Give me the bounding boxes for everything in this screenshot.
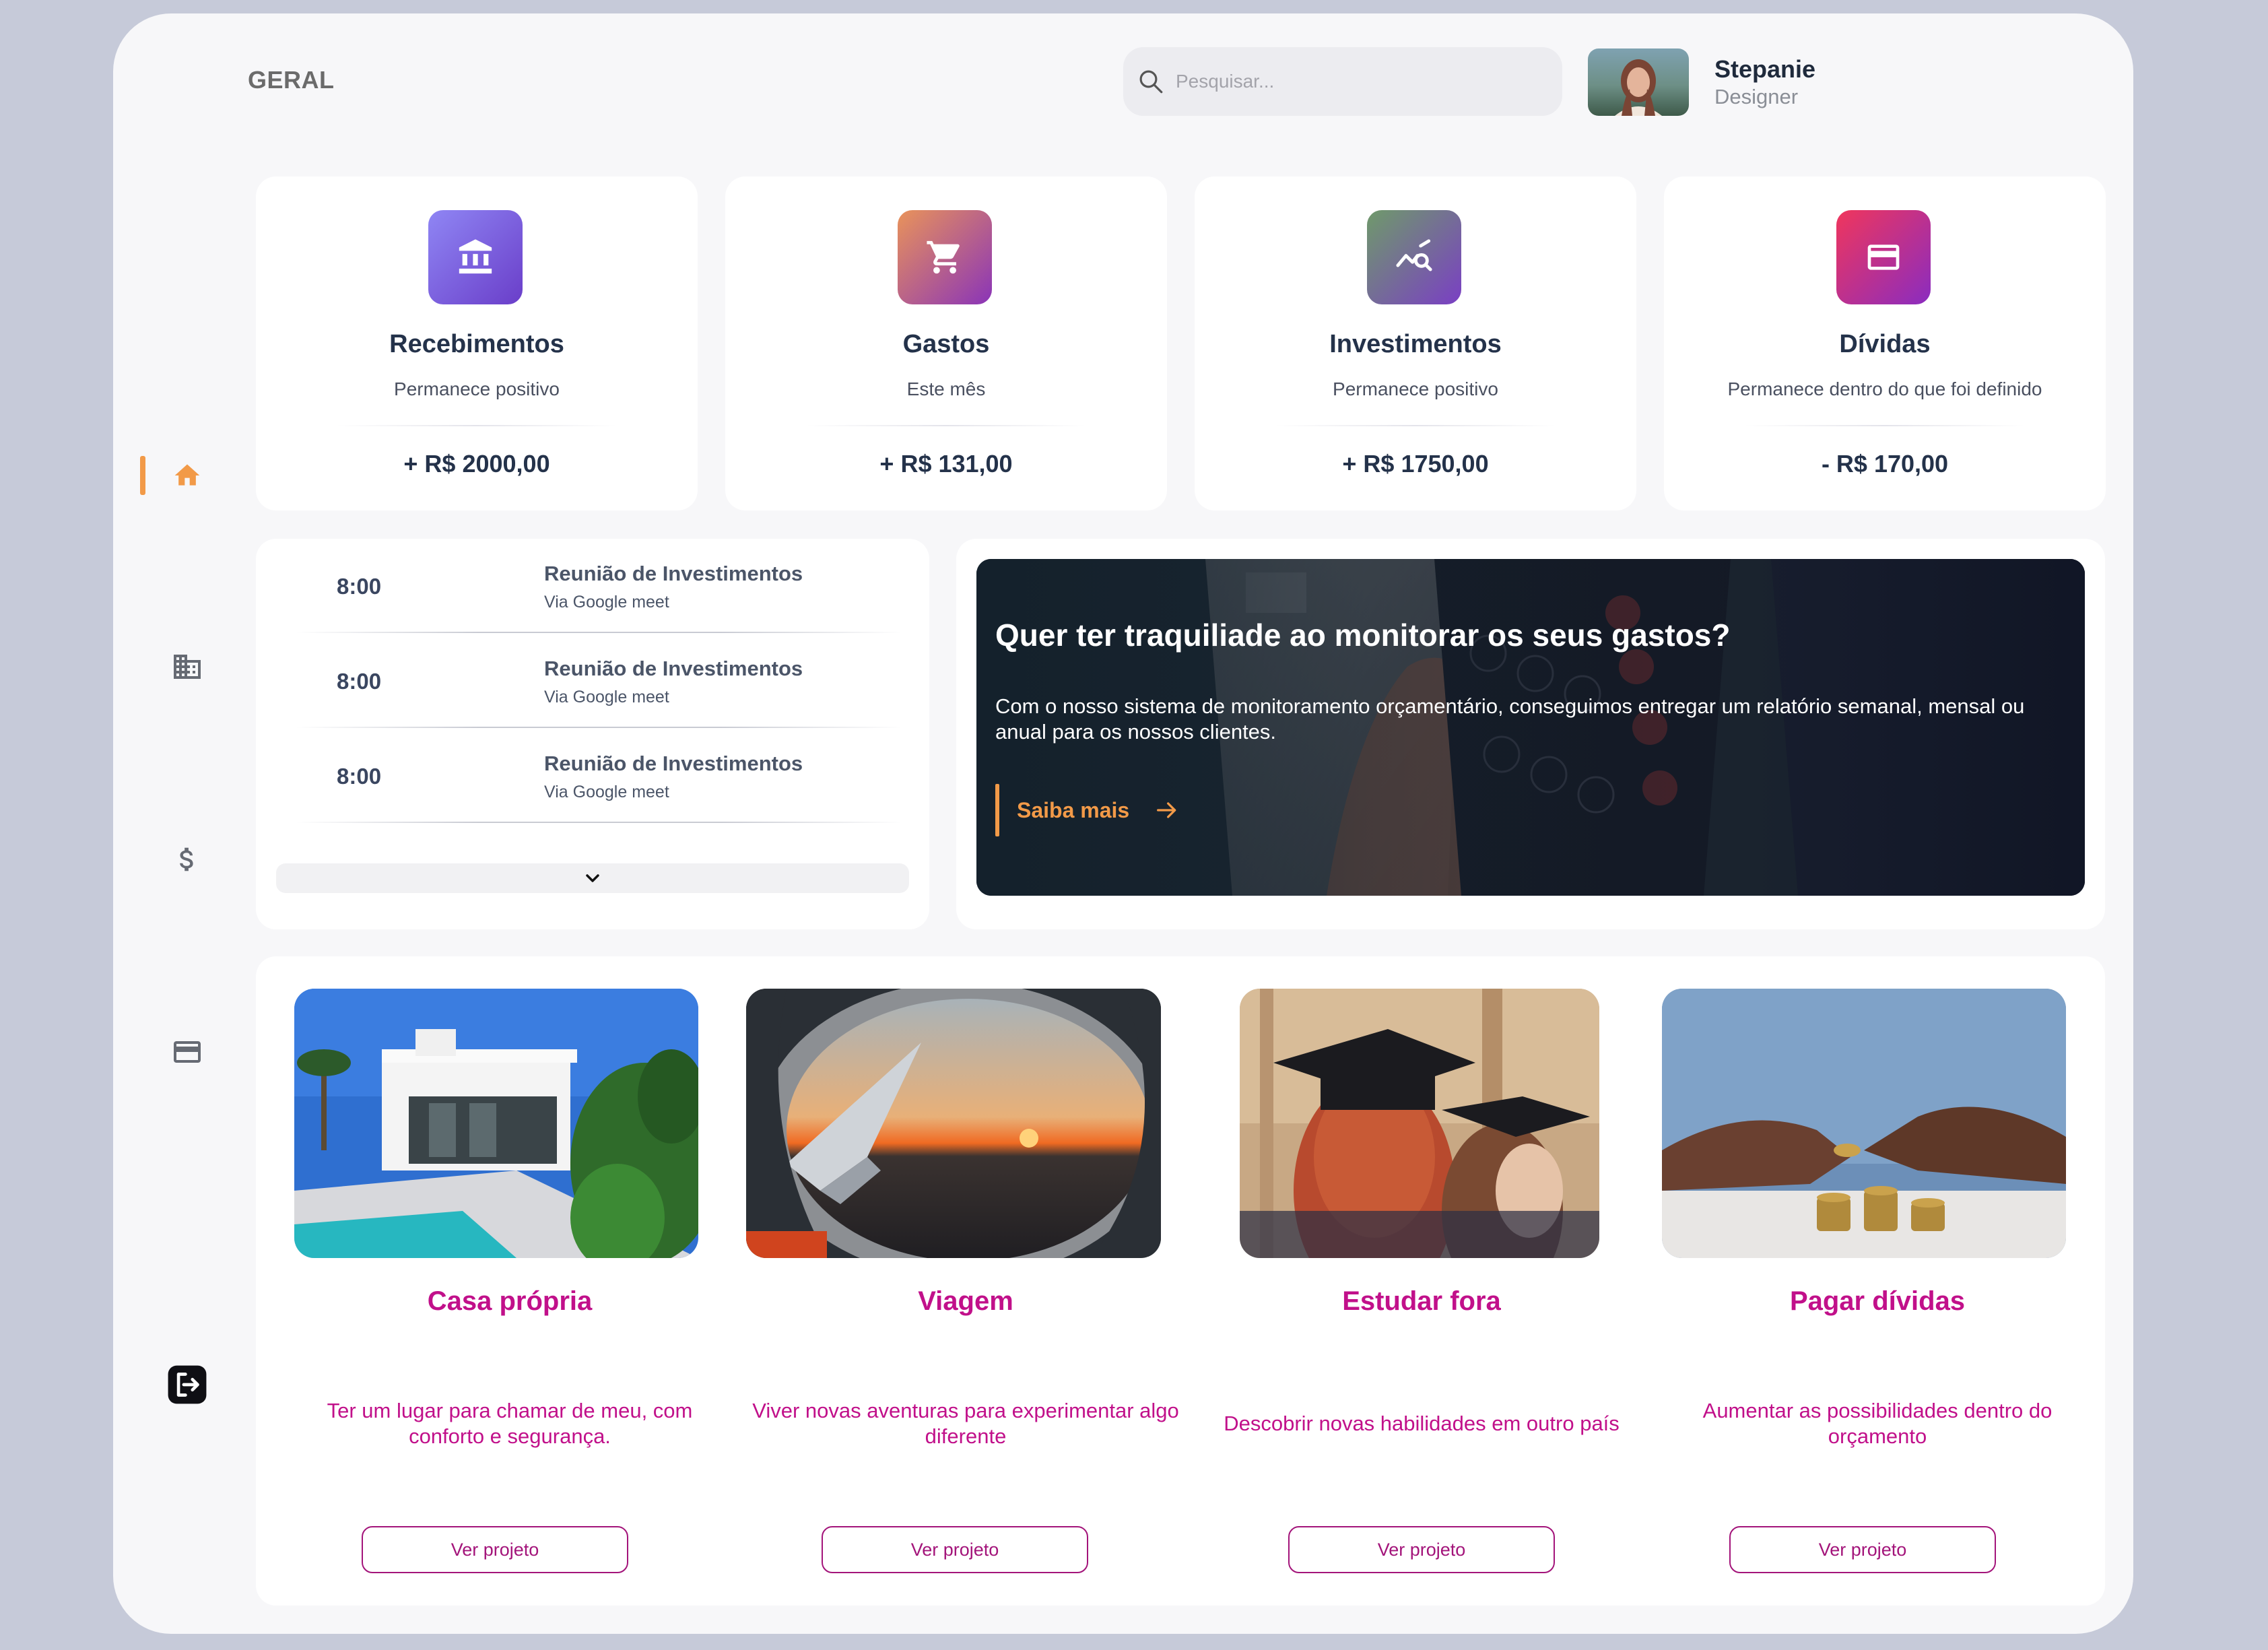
logout-icon [168, 1365, 207, 1404]
stat-card-recebimentos: Recebimentos Permanece positivo + R$ 200… [256, 176, 698, 510]
view-project-button[interactable]: Ver projeto [362, 1526, 628, 1573]
project-title: Casa própria [427, 1286, 593, 1316]
building-icon [174, 655, 201, 679]
agenda-subtitle: Via Google meet [544, 593, 669, 612]
chart-search-icon [1367, 210, 1461, 304]
sidebar-item-finance[interactable] [154, 826, 221, 893]
agenda-title: Reunião de Investimentos [544, 657, 803, 680]
dollar-icon [180, 847, 193, 871]
project-description: Aumentar as possibilidades dentro do orç… [1702, 1399, 2053, 1448]
user-role: Designer [1714, 85, 1799, 108]
stat-card-gastos: Gastos Este mês + R$ 131,00 [725, 176, 1167, 510]
agenda-title: Reunião de Investimentos [544, 752, 803, 775]
search-bar[interactable] [1123, 47, 1562, 116]
promo-title: Quer ter traquiliade ao monitorar os seu… [995, 618, 1731, 653]
stat-card-dividas: Dívidas Permanece dentro do que foi defi… [1664, 176, 2106, 510]
graduation-image [1240, 989, 1599, 1258]
agenda-item[interactable]: 8:00 Reunião de Investimentos Via Google… [296, 634, 902, 728]
stat-title: Investimentos [1329, 330, 1502, 358]
agenda-time: 8:00 [337, 764, 382, 789]
stat-subtitle: Este mês [906, 378, 986, 399]
agenda-title: Reunião de Investimentos [544, 562, 803, 585]
divider [1275, 425, 1556, 426]
projects-section: Casa própria Ter um lugar para chamar de… [256, 956, 2105, 1606]
agenda-item[interactable]: 8:00 Reunião de Investimentos Via Google… [296, 539, 902, 633]
project-description: Ter um lugar para chamar de meu, com con… [327, 1399, 693, 1448]
stat-title: Recebimentos [389, 330, 564, 358]
avatar[interactable] [1588, 48, 1689, 116]
cta-accent-bar [995, 784, 999, 836]
stat-title: Gastos [902, 330, 990, 358]
active-nav-indicator [140, 456, 145, 495]
view-project-button[interactable]: Ver projeto [1729, 1526, 1996, 1573]
search-input[interactable] [1174, 70, 1541, 93]
view-project-button[interactable]: Ver projeto [822, 1526, 1088, 1573]
stat-card-investimentos: Investimentos Permanece positivo + R$ 17… [1195, 176, 1636, 510]
divider [337, 425, 617, 426]
project-title: Pagar dívidas [1789, 1286, 1966, 1316]
divider [1745, 425, 2025, 426]
agenda-subtitle: Via Google meet [544, 688, 669, 706]
home-icon [174, 464, 200, 486]
stat-value: + R$ 1750,00 [1342, 450, 1489, 477]
expand-agenda-button[interactable] [276, 863, 909, 893]
divider [296, 727, 902, 728]
agenda-time: 8:00 [337, 574, 382, 599]
learn-more-label: Saiba mais [1017, 797, 1130, 822]
learn-more-button[interactable]: Saiba mais [995, 784, 1180, 836]
logout-button[interactable] [154, 1351, 221, 1418]
coins-image [1662, 989, 2066, 1258]
stat-subtitle: Permanece positivo [394, 378, 560, 399]
credit-card-icon [174, 1041, 201, 1063]
agenda-subtitle: Via Google meet [544, 783, 669, 801]
sidebar-item-buildings[interactable] [154, 633, 221, 700]
agenda-card: 8:00 Reunião de Investimentos Via Google… [256, 539, 929, 929]
credit-card-icon [1836, 210, 1931, 304]
user-name: Stepanie [1714, 55, 1816, 83]
view-project-button[interactable]: Ver projeto [1288, 1526, 1555, 1573]
house-image [294, 989, 698, 1258]
stat-subtitle: Permanece dentro do que foi definido [1727, 378, 2042, 399]
sidebar-item-cards[interactable] [154, 1018, 221, 1086]
sidebar-item-home[interactable] [154, 442, 221, 509]
project-title: Viagem [918, 1286, 1013, 1316]
agenda-item[interactable]: 8:00 Reunião de Investimentos Via Google… [296, 729, 902, 823]
promo-card: Quer ter traquiliade ao monitorar os seu… [956, 539, 2105, 929]
promo-banner: Quer ter traquiliade ao monitorar os seu… [976, 559, 2085, 896]
cart-icon [898, 210, 992, 304]
project-title: Estudar fora [1342, 1286, 1501, 1316]
divider [806, 425, 1086, 426]
page-title: GERAL [248, 66, 335, 94]
promo-text: Com o nosso sistema de monitoramento orç… [995, 694, 2025, 744]
stat-subtitle: Permanece positivo [1333, 378, 1498, 399]
project-description: Viver novas aventuras para experimentar … [752, 1399, 1179, 1448]
app-window: GERAL Stepanie Designer [113, 13, 2133, 1634]
airplane-window-image [746, 989, 1161, 1258]
stat-title: Dívidas [1839, 330, 1931, 358]
bank-icon [428, 210, 523, 304]
search-icon [1139, 70, 1163, 94]
chevron-down-icon [586, 874, 599, 882]
project-description: Descobrir novas habilidades em outro paí… [1224, 1412, 1620, 1435]
stat-value: + R$ 2000,00 [403, 450, 550, 477]
divider [296, 822, 902, 823]
divider [296, 632, 902, 633]
agenda-time: 8:00 [337, 669, 382, 694]
stat-value: - R$ 170,00 [1821, 450, 1949, 477]
stat-value: + R$ 131,00 [879, 450, 1013, 477]
arrow-right-icon [1157, 802, 1176, 818]
